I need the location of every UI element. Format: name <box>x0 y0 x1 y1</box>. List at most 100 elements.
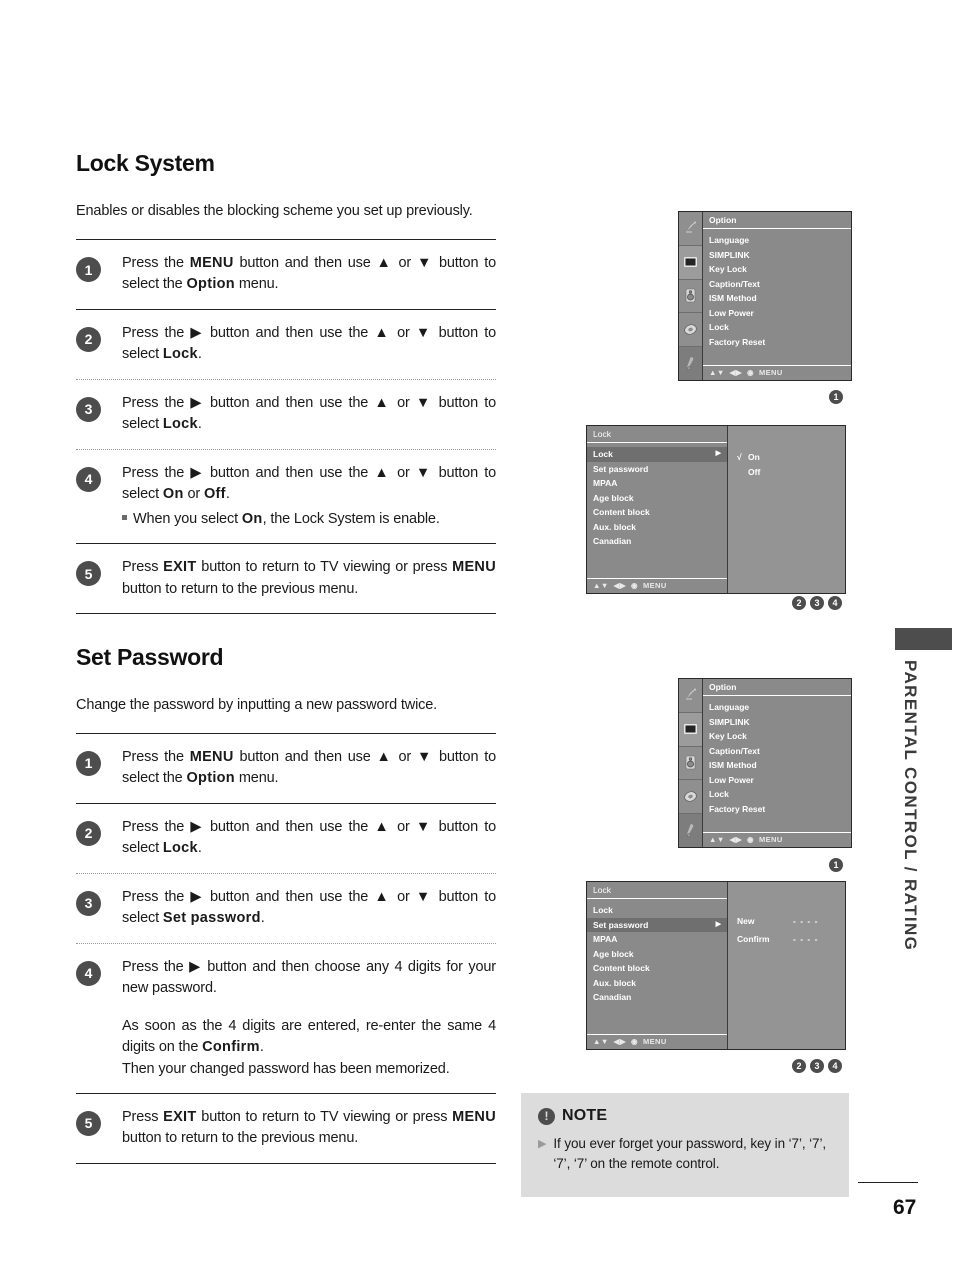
step-text: Press the ▶ button and then use the ▲ or… <box>122 818 496 857</box>
setup-tool-icon <box>679 814 702 847</box>
step-number: 4 <box>76 960 101 986</box>
exclamation-icon: ! <box>538 1107 555 1125</box>
osd-option-body: Option Language SIMPLINK Key Lock Captio… <box>703 212 851 380</box>
step-item: 4 Press the ▶ button and then choose any… <box>76 944 496 1093</box>
osd-menu-item-set-password[interactable]: Set password ▶ <box>587 917 727 932</box>
osd-menu-item-canadian[interactable]: Canadian <box>587 534 727 549</box>
osd-menu-item-lock[interactable]: Lock <box>587 903 727 918</box>
osd-menu-item-label: MPAA <box>593 934 618 944</box>
step-marker: 1 <box>829 858 843 872</box>
step-marker-group-option-bottom: 1 <box>829 858 843 872</box>
osd-footer: ▲▼ ◀▶ ◉ MENU <box>703 365 851 380</box>
osd-menu-item-set-password[interactable]: Set password <box>587 462 727 477</box>
osd-option-title: Option <box>703 212 851 229</box>
osd-option-row-on[interactable]: √ On <box>728 450 845 465</box>
osd-menu-item-mpaa[interactable]: MPAA <box>587 932 727 947</box>
osd-menu-item[interactable]: Lock <box>709 787 851 802</box>
osd-menu-item-label: Lock <box>593 449 613 459</box>
osd-menu-item-label: Age block <box>593 492 634 503</box>
osd-menu-item[interactable]: Caption/Text <box>709 277 851 292</box>
step-item: 5 Press EXIT button to return to TV view… <box>76 1094 496 1163</box>
picture-screen-icon <box>679 245 702 280</box>
step-subnote-text: When you select On, the Lock System is e… <box>133 510 440 527</box>
osd-menu-item-content-block[interactable]: Content block <box>587 505 727 520</box>
chevron-right-icon: ▶ <box>715 450 721 457</box>
osd-menu-item[interactable]: Caption/Text <box>709 744 851 759</box>
clock-time-icon <box>679 780 702 815</box>
osd-menu-item-mpaa[interactable]: MPAA <box>587 476 727 491</box>
step-marker: 3 <box>810 596 824 610</box>
step-marker: 3 <box>810 1059 824 1073</box>
osd-menu-item-label: Content block <box>593 963 650 973</box>
osd-field-confirm[interactable]: Confirm - - - - <box>728 932 845 947</box>
osd-menu-item-label: Canadian <box>593 992 632 1002</box>
updown-arrows-icon: ▲▼ <box>593 581 609 590</box>
osd-menu-item[interactable]: Lock <box>709 320 851 335</box>
square-bullet-icon <box>122 515 127 521</box>
osd-menu-item-aux-block[interactable]: Aux. block <box>587 976 727 991</box>
osd-menu-item-label: Aux. block <box>593 977 636 988</box>
osd-menu-item[interactable]: Key Lock <box>709 729 851 744</box>
step-text: Press the MENU button and then use ▲ or … <box>122 748 496 787</box>
step-number: 4 <box>76 466 101 492</box>
osd-footer: ▲▼ ◀▶ ◉ MENU <box>703 832 851 847</box>
divider <box>76 1162 496 1164</box>
step-number: 5 <box>76 1110 101 1136</box>
osd-icon-rail <box>679 679 703 847</box>
enter-button-icon: ◉ <box>747 368 754 377</box>
satellite-antenna-icon <box>679 212 702 246</box>
leftright-arrows-icon: ◀▶ <box>613 1037 626 1046</box>
section-intro-set-password: Change the password by inputting a new p… <box>76 696 438 713</box>
note-text: If you ever forget your password, key in… <box>553 1136 827 1171</box>
osd-menu-item[interactable]: Low Power <box>709 306 851 321</box>
osd-option-row-label: On <box>748 452 760 462</box>
step-text-main: Press the ▶ button and then choose any 4… <box>122 958 496 997</box>
osd-lock-list: Lock Set password ▶ MPAA Age block Conte… <box>587 899 727 1034</box>
osd-field-label: New <box>737 916 755 926</box>
step-number: 1 <box>76 257 101 282</box>
osd-menu-item-label: Content block <box>593 507 650 517</box>
step-extra-text: As soon as the 4 digits are entered, re-… <box>122 1017 496 1077</box>
step-number: 3 <box>76 890 101 916</box>
step-marker: 2 <box>792 1059 806 1073</box>
osd-option-row-off[interactable]: Off <box>728 465 845 480</box>
step-item: 1 Press the MENU button and then use ▲ o… <box>76 734 496 803</box>
speaker-audio-icon <box>679 747 702 781</box>
osd-menu-item[interactable]: Language <box>709 700 851 715</box>
step-marker-group-option-top: 1 <box>829 390 843 404</box>
step-text: Press EXIT button to return to TV viewin… <box>122 1108 496 1147</box>
osd-footer-menu-label: MENU <box>758 835 783 844</box>
enter-button-icon: ◉ <box>631 581 638 590</box>
osd-field-new[interactable]: New - - - - <box>728 914 845 929</box>
note-box: ! NOTE ▶ If you ever forget your passwor… <box>521 1093 849 1197</box>
osd-menu-item[interactable]: Factory Reset <box>709 802 851 817</box>
osd-menu-item-canadian[interactable]: Canadian <box>587 990 727 1005</box>
osd-menu-item-lock[interactable]: Lock ▶ <box>587 447 727 462</box>
osd-menu-item-label: MPAA <box>593 478 618 488</box>
osd-menu-item-aux-block[interactable]: Aux. block <box>587 520 727 535</box>
step-item: 2 Press the ▶ button and then use the ▲ … <box>76 310 496 379</box>
osd-lock-menu-onoff: Lock Lock ▶ Set password MPAA Age block … <box>586 425 846 594</box>
osd-menu-item[interactable]: ISM Method <box>709 758 851 773</box>
divider <box>76 612 496 614</box>
osd-footer-menu-label: MENU <box>642 581 667 590</box>
leftright-arrows-icon: ◀▶ <box>613 581 626 590</box>
step-number: 3 <box>76 396 101 422</box>
osd-menu-item[interactable]: ISM Method <box>709 291 851 306</box>
step-text: Press the ▶ button and then use the ▲ or… <box>122 324 496 363</box>
osd-menu-item[interactable]: SIMPLINK <box>709 248 851 263</box>
osd-menu-item-content-block[interactable]: Content block <box>587 961 727 976</box>
updown-arrows-icon: ▲▼ <box>593 1037 609 1046</box>
osd-menu-item[interactable]: SIMPLINK <box>709 715 851 730</box>
instructions-column: Lock System Enables or disables the bloc… <box>76 150 496 1164</box>
speaker-audio-icon <box>679 280 702 314</box>
osd-menu-item-age-block[interactable]: Age block <box>587 491 727 506</box>
osd-menu-item[interactable]: Key Lock <box>709 262 851 277</box>
osd-menu-item-age-block[interactable]: Age block <box>587 947 727 962</box>
osd-menu-item[interactable]: Factory Reset <box>709 335 851 350</box>
step-number: 5 <box>76 561 101 587</box>
step-item: 5 Press EXIT button to return to TV view… <box>76 544 496 613</box>
osd-menu-item[interactable]: Low Power <box>709 773 851 788</box>
step-text: Press the ▶ button and then use the ▲ or… <box>122 463 496 530</box>
osd-menu-item[interactable]: Language <box>709 233 851 248</box>
